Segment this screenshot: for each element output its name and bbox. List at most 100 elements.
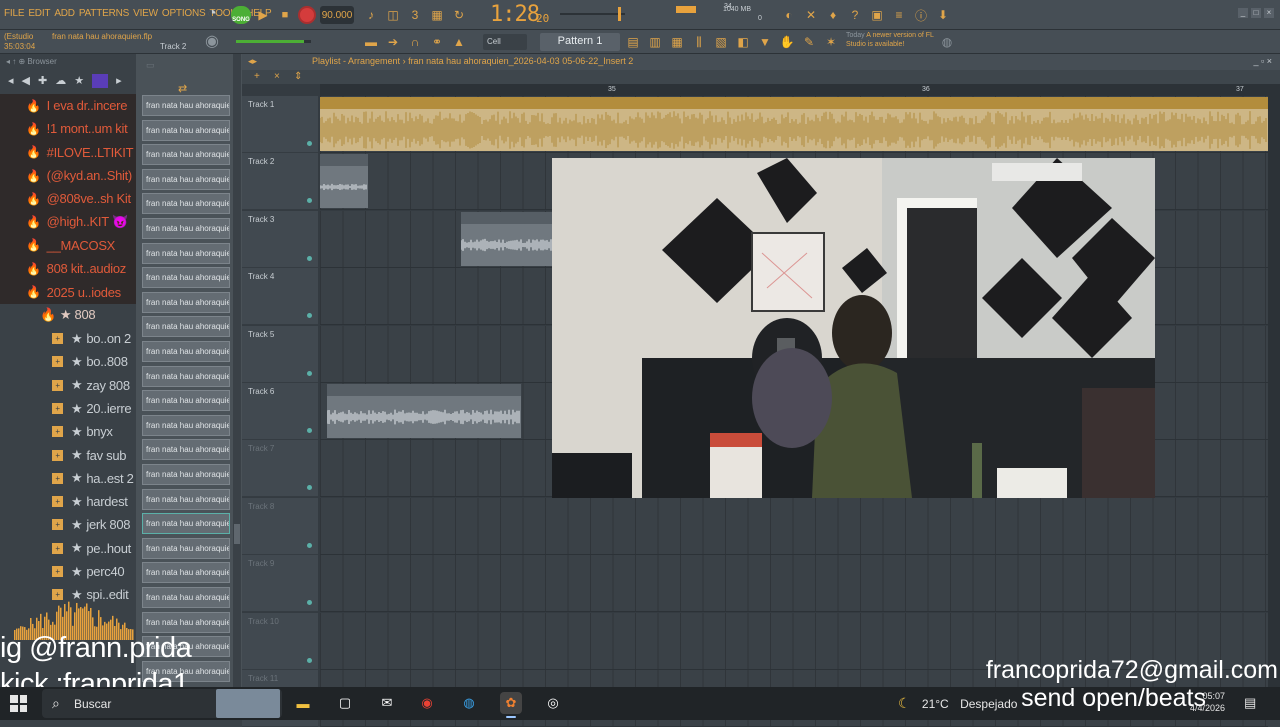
track-header[interactable]: Track 8 bbox=[242, 497, 318, 555]
add-track-icon[interactable]: + bbox=[254, 71, 260, 82]
track-enable-led[interactable] bbox=[307, 428, 312, 433]
browser-item[interactable]: 🔥 @high..KIT 😈 bbox=[0, 210, 136, 234]
expand-box-icon[interactable]: + bbox=[52, 379, 63, 391]
playlist-close-icon[interactable]: _ ▫ × bbox=[1254, 56, 1272, 66]
channel-rack-icon[interactable]: ▦ bbox=[668, 33, 686, 51]
track-header[interactable]: Track 6 bbox=[242, 383, 318, 440]
help-icon[interactable]: ? bbox=[846, 6, 864, 24]
browser-item[interactable]: 🔥 __MACOSX bbox=[0, 233, 136, 258]
channel-button[interactable]: fran nata hau ahoraquie.. bbox=[142, 95, 230, 116]
audio-clip[interactable]: emin y ahora quien 90bpm bbox=[320, 97, 1268, 151]
piano-roll-icon[interactable]: ▥ bbox=[646, 33, 664, 51]
mic-icon[interactable]: ♦ bbox=[824, 6, 842, 24]
magnet-icon[interactable]: ∩ bbox=[406, 33, 424, 51]
track-enable-led[interactable] bbox=[307, 370, 312, 376]
browser-item[interactable]: 🔥 I eva dr..incere bbox=[0, 94, 136, 118]
wait-input-icon[interactable]: ◫ bbox=[384, 6, 402, 24]
edison-icon[interactable]: ✎ bbox=[800, 33, 818, 51]
tags-icon[interactable] bbox=[92, 74, 109, 88]
playlist-arrows-icon[interactable]: ◂▸ bbox=[248, 56, 257, 67]
weather-widget[interactable]: ☾ 21°C Despejado bbox=[898, 695, 1017, 712]
audio-clip[interactable]: fran nata hau ahoraquien_..26-04-03 05-0… bbox=[327, 384, 521, 438]
link-icon[interactable]: ⚭ bbox=[428, 33, 446, 51]
mail-icon[interactable]: ✉ bbox=[376, 692, 398, 714]
playlist-scrollbar[interactable] bbox=[1268, 84, 1280, 687]
track-header[interactable]: Track 5 bbox=[242, 325, 318, 383]
track-header[interactable]: Track 10 bbox=[242, 612, 318, 670]
track-lane[interactable]: emin y ahora quien 90bpm bbox=[320, 96, 1268, 153]
channel-button[interactable]: fran nata hau ahoraquie.. bbox=[142, 562, 230, 584]
channel-button[interactable]: fran nata hau ahoraquie.. bbox=[142, 537, 230, 559]
track-enable-led[interactable] bbox=[307, 141, 312, 146]
track-header[interactable]: Track 1 bbox=[242, 96, 318, 153]
menu-view[interactable]: VIEW bbox=[133, 8, 158, 19]
play-button[interactable]: ▶ bbox=[253, 5, 273, 25]
taskbar-search[interactable]: ⌕ Buscar bbox=[42, 689, 282, 718]
track-header[interactable]: Track 2 bbox=[242, 153, 318, 211]
browser-item[interactable]: + ★ bo..808 bbox=[0, 350, 136, 373]
channel-button[interactable]: fran nata hau ahoraquie.. bbox=[142, 341, 230, 362]
pattern-selector[interactable]: Pattern 1 bbox=[540, 33, 620, 51]
track-header[interactable]: Track 9 bbox=[242, 555, 318, 613]
expand-box-icon[interactable]: + bbox=[52, 472, 63, 484]
track-enable-led[interactable] bbox=[307, 542, 312, 548]
browser-item[interactable]: 🔥 2025 u..iodes bbox=[0, 280, 136, 304]
expand-box-icon[interactable]: + bbox=[52, 333, 63, 345]
audio-clip[interactable]: fran..sert 2 bbox=[320, 154, 368, 209]
forward-icon[interactable]: ▸ bbox=[116, 74, 122, 88]
track-lane[interactable] bbox=[320, 555, 1268, 613]
download-icon[interactable]: ⬇ bbox=[934, 6, 952, 24]
master-pitch-slider[interactable] bbox=[560, 7, 625, 21]
playlist-breadcrumb[interactable]: fran nata hau ahoraquien_2026-04-03 05-0… bbox=[408, 56, 633, 66]
channel-button[interactable]: fran nata hau ahoraquie.. bbox=[142, 464, 230, 485]
mixer-icon[interactable]: ≡ bbox=[890, 6, 908, 24]
arrow-right-icon[interactable]: ➔ bbox=[384, 33, 402, 51]
back-icon[interactable]: ◂ bbox=[8, 74, 14, 88]
expand-box-icon[interactable]: + bbox=[52, 449, 63, 461]
plugin-db-icon[interactable]: ◧ bbox=[734, 33, 752, 51]
browser-menu-icon[interactable]: ◂ ↑ ⊕ bbox=[6, 57, 27, 66]
channel-button[interactable]: fran nata hau ahoraquie.. bbox=[142, 119, 230, 141]
save-icon[interactable]: ▣ bbox=[868, 6, 886, 24]
browser-item[interactable]: + ★ fav sub bbox=[0, 443, 136, 466]
track-enable-led[interactable] bbox=[307, 198, 312, 204]
expand-box-icon[interactable]: + bbox=[52, 589, 63, 601]
browser-item[interactable]: 🔥 (@kyd.an..Shit) bbox=[0, 163, 136, 188]
touch-icon[interactable]: ✋ bbox=[778, 33, 796, 51]
record-button[interactable] bbox=[298, 6, 316, 24]
close-icon[interactable]: × bbox=[1264, 8, 1274, 18]
timeline-ruler[interactable]: 35 36 37 bbox=[320, 84, 1268, 96]
scroll-icon[interactable]: ⇕ bbox=[294, 71, 302, 82]
browser-item[interactable]: 🔥 808 kit..audioz bbox=[0, 257, 136, 281]
channel-scrollbar[interactable] bbox=[233, 54, 241, 687]
countdown-icon[interactable]: 3 bbox=[406, 6, 424, 24]
expand-box-icon[interactable]: + bbox=[52, 566, 63, 578]
stop-button[interactable]: ■ bbox=[275, 5, 295, 25]
channel-button[interactable]: fran nata hau ahoraquie.. bbox=[142, 267, 230, 289]
cpu-monitor[interactable]: 34 1040 MB 0 bbox=[676, 3, 766, 27]
browser-item[interactable]: 🔥 ★ 808 bbox=[0, 304, 136, 327]
step-edit-icon[interactable]: ▦ bbox=[428, 6, 446, 24]
speaker-icon[interactable]: ◀ bbox=[22, 74, 30, 88]
browser-item[interactable]: + ★ hardest bbox=[0, 490, 136, 513]
stamp-icon[interactable]: ▲ bbox=[450, 33, 468, 51]
menu-edit[interactable]: EDIT bbox=[28, 8, 50, 19]
track-header[interactable]: Track 3 bbox=[242, 210, 318, 268]
expand-box-icon[interactable]: + bbox=[52, 403, 63, 414]
file-explorer-icon[interactable]: ▬ bbox=[292, 692, 314, 714]
store-icon[interactable]: ▢ bbox=[334, 692, 356, 714]
expand-box-icon[interactable]: + bbox=[52, 519, 63, 531]
minimize-icon[interactable]: _ bbox=[1238, 8, 1248, 18]
browser-item[interactable]: + ★ bo..on 2 bbox=[0, 327, 136, 350]
browser-item[interactable]: + ★ jerk 808 bbox=[0, 513, 136, 536]
channel-button[interactable]: fran nata hau ahoraquie.. bbox=[142, 168, 230, 190]
loop-record-icon[interactable]: ↻ bbox=[450, 6, 468, 24]
obs-icon[interactable]: ◎ bbox=[542, 692, 564, 714]
tools-icon[interactable]: ✕ bbox=[802, 6, 820, 24]
channel-button[interactable]: fran nata hau ahoraquie.. bbox=[142, 488, 230, 510]
channel-button[interactable]: fran nata hau ahoraquie.. bbox=[142, 316, 230, 338]
chrome-icon[interactable]: ◉ bbox=[416, 692, 438, 714]
track-lane[interactable] bbox=[320, 497, 1268, 555]
track-header[interactable]: Track 7 bbox=[242, 440, 318, 498]
browser-item[interactable]: + ★ ha..est 2 bbox=[0, 467, 136, 490]
